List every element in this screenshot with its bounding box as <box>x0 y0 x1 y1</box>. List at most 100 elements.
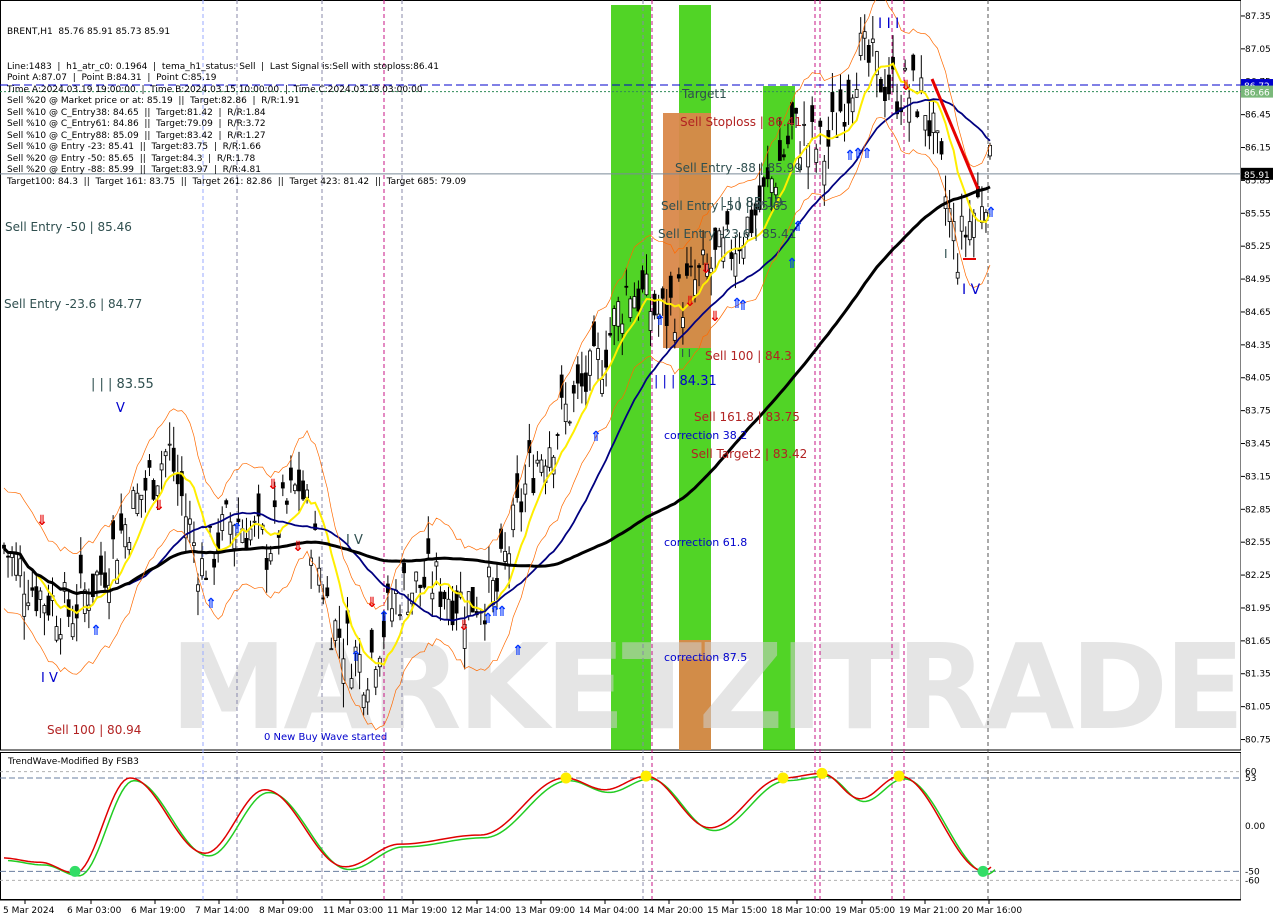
candle-body <box>426 538 431 554</box>
candle-body <box>927 120 932 137</box>
candle-body <box>838 89 843 112</box>
candle-body <box>333 620 338 641</box>
candle-body <box>192 542 196 546</box>
candle-body <box>539 459 544 473</box>
level-label: 0 New Buy Wave started <box>264 732 387 743</box>
candle-body <box>680 317 685 328</box>
buy-arrow-icon: ⇑ <box>590 429 602 445</box>
candle-body <box>6 555 10 558</box>
candle-body <box>438 591 443 607</box>
x-tick-label: 7 Mar 14:00 <box>195 906 250 916</box>
buy-arrow-icon: ⇑ <box>90 623 102 639</box>
y-tick-label: 81.65 <box>1245 637 1271 647</box>
x-tick-label: 15 Mar 15:00 <box>707 906 767 916</box>
candle-body <box>103 572 107 588</box>
candle-body <box>939 141 944 155</box>
candle-body <box>806 145 811 168</box>
buy-arrow-icon: ⇑ <box>737 298 749 314</box>
candle-body <box>151 480 156 500</box>
candle-body <box>248 528 253 541</box>
candle-body <box>814 148 819 163</box>
level-label: Sell Stoploss | 86.41 <box>680 115 802 129</box>
candle-body <box>422 576 427 588</box>
candle-body <box>220 514 225 531</box>
candle-body <box>794 107 798 114</box>
candle-body <box>604 349 609 368</box>
candle-body <box>95 571 99 576</box>
y-tick-label: 81.35 <box>1245 670 1271 680</box>
info-line: Sell %20 @ Entry -50: 85.65 || Target:84… <box>7 153 256 164</box>
info-line: Point A:87.07 | Point B:84.31 | Point C:… <box>7 73 217 83</box>
candle-body <box>648 311 653 331</box>
candle-body <box>777 140 782 161</box>
y-tick-label: 84.35 <box>1245 341 1271 351</box>
candle-body <box>18 558 23 577</box>
candle-body <box>640 270 645 290</box>
candle-body <box>535 459 540 464</box>
candle-body <box>349 678 354 689</box>
info-line: Sell %10 @ C_Entry61: 84.86 || Target:79… <box>7 119 266 129</box>
candle-body <box>592 321 596 347</box>
candle-body <box>454 590 459 614</box>
candle-body <box>547 447 552 468</box>
candle-body <box>782 154 786 158</box>
x-tick-label: 6 Mar 19:00 <box>131 906 186 916</box>
info-lines: Line:1483 | h1_atr_c0: 0.1964 | tema_h1_… <box>7 62 466 189</box>
candle-body <box>866 45 871 63</box>
candle-body <box>644 273 649 296</box>
oscillator-line-red <box>3 772 992 874</box>
x-tick-label: 18 Mar 10:00 <box>771 906 831 916</box>
sell-arrow-icon: ⇓ <box>458 618 470 634</box>
candle-body <box>30 587 35 591</box>
level-label: Sell Entry -88 | 85.99 <box>675 161 802 175</box>
candle-body <box>390 608 394 622</box>
candle-body <box>171 447 176 472</box>
candle-body <box>54 626 59 641</box>
candle-body <box>42 605 47 614</box>
y-tick-label: 83.45 <box>1245 440 1271 450</box>
candle-body <box>660 288 665 299</box>
buy-arrow-icon: ⇑ <box>350 649 362 665</box>
y-tick-label: 84.95 <box>1245 275 1271 285</box>
candle-body <box>491 580 495 605</box>
candle-body <box>329 648 334 651</box>
price-tag-label: 85.91 <box>1244 171 1270 181</box>
candle-body <box>58 634 63 640</box>
x-tick-label: 19 Mar 21:00 <box>899 906 959 916</box>
signal-dot <box>640 770 652 782</box>
candle-body <box>616 301 621 327</box>
candle-body <box>531 478 536 494</box>
buy-arrow-icon: ⇑ <box>654 313 666 329</box>
candle-body <box>786 135 790 145</box>
info-line: Line:1483 | h1_atr_c0: 0.1964 | tema_h1_… <box>7 61 439 72</box>
candle-body <box>571 385 576 394</box>
signal-dot <box>816 767 828 779</box>
sell-arrow-icon: ⇓ <box>366 595 378 611</box>
candle-body <box>365 689 370 703</box>
candle-body <box>159 463 164 471</box>
y-tick-label: 87.05 <box>1245 45 1271 55</box>
sell-arrow-icon: ⇓ <box>292 539 304 555</box>
candle-body <box>341 658 346 684</box>
candle-body <box>143 477 148 491</box>
signal-dot <box>69 865 81 877</box>
buy-arrow-icon: ⇑ <box>496 604 508 620</box>
candle-body <box>187 518 192 525</box>
candle-body <box>46 595 51 616</box>
y-tick-label: 82.25 <box>1245 571 1271 581</box>
buy-arrow-icon: ⇑ <box>861 146 873 162</box>
candle-body <box>701 249 705 256</box>
candle-body <box>34 586 39 612</box>
candle-body <box>733 253 738 277</box>
candle-body <box>935 130 940 134</box>
sell-arrow-icon: ⇓ <box>900 78 912 94</box>
candle-body <box>268 553 273 562</box>
level-label: Sell 161.8 | 83.75 <box>694 410 800 424</box>
trading-chart[interactable]: MARKETZITRADE ⇑ ⇑ ⇑ ⇑ ⇑ ⇑ ⇑ ⇑ ⇑ ⇑ ⇑ ⇑ ⇑ ⇑ ⇑ ⇑ ⇑ ⇑ ⇑ ⇓ ⇓ ⇓ ⇓ ⇓ ⇓ ⇓ ⇓… <box>0 0 1280 920</box>
y-tick-label: 81.05 <box>1245 703 1271 713</box>
level-label: I V <box>962 282 981 298</box>
info-panel: BRENT,H1 85.76 85.91 85.73 85.91 Line:14… <box>7 4 466 211</box>
candle-body <box>903 67 908 71</box>
candle-body <box>147 460 152 468</box>
candle-body <box>620 323 625 334</box>
